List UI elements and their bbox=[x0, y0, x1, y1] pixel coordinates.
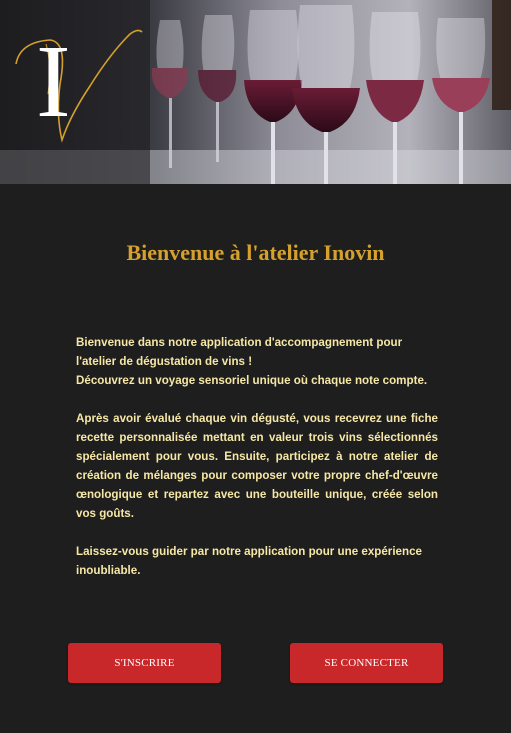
logo-letter: I bbox=[36, 24, 71, 139]
intro-line-1: Bienvenue dans notre application d'accom… bbox=[76, 336, 403, 368]
script-v-monogram-icon bbox=[15, 29, 143, 143]
signup-button[interactable]: S'INSCRIRE bbox=[68, 643, 221, 683]
welcome-text: Bienvenue dans notre application d'accom… bbox=[76, 333, 438, 580]
inovin-logo: I bbox=[10, 24, 150, 154]
login-button[interactable]: SE CONNECTER bbox=[290, 643, 443, 683]
closing-paragraph: Laissez-vous guider par notre applicatio… bbox=[76, 545, 422, 577]
page-title: Bienvenue à l'atelier Inovin bbox=[126, 240, 385, 265]
body-paragraph: Après avoir évalué chaque vin dégusté, v… bbox=[76, 412, 438, 520]
intro-line-2: Découvrez un voyage sensoriel unique où … bbox=[76, 374, 428, 387]
hero-image: I bbox=[0, 0, 511, 184]
